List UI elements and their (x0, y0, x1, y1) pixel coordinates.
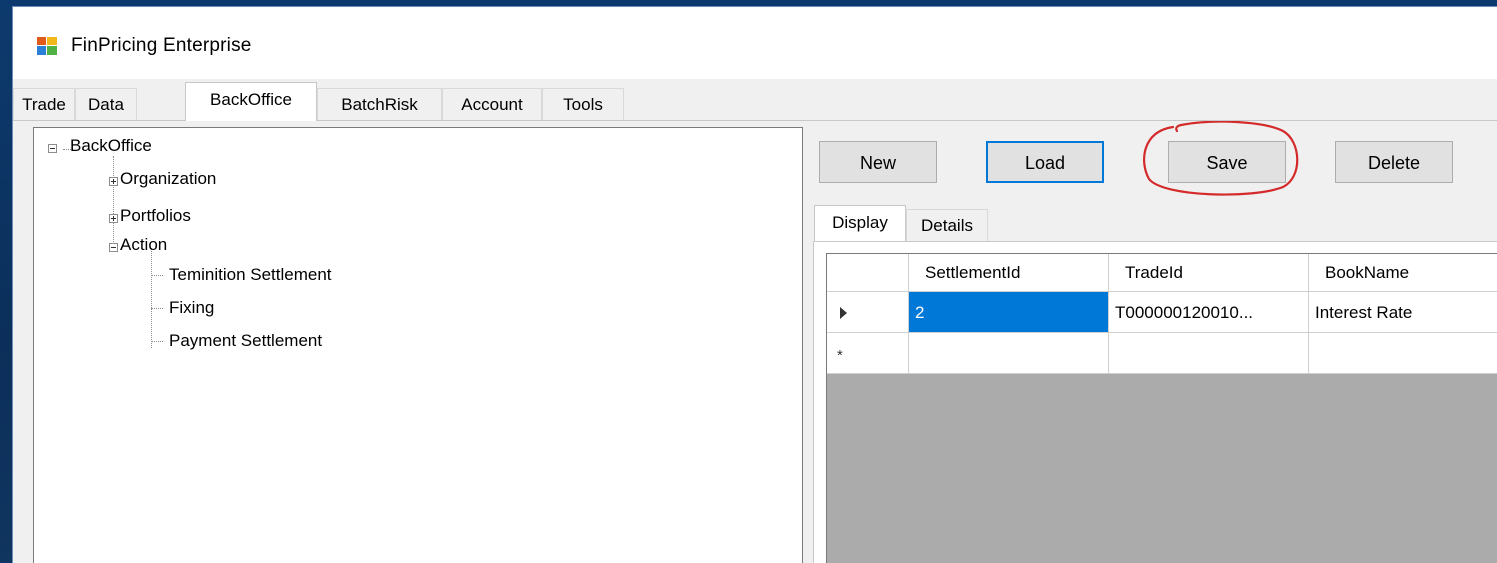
title-bar: FinPricing Enterprise (13, 7, 1497, 79)
expand-icon[interactable] (109, 214, 118, 223)
tree-node-action[interactable]: Action (120, 235, 167, 255)
tab-backoffice[interactable]: BackOffice (185, 82, 317, 121)
tab-batchrisk[interactable]: BatchRisk (317, 88, 442, 120)
grid-cell-new[interactable] (1309, 333, 1497, 374)
grid-corner-header (827, 254, 909, 292)
tab-account[interactable]: Account (442, 88, 542, 120)
tree-node-payment-settlement[interactable]: Payment Settlement (169, 331, 322, 351)
window-title: FinPricing Enterprise (71, 35, 252, 56)
tree-node-organization[interactable]: Organization (120, 169, 216, 189)
tab-display[interactable]: Display (814, 205, 906, 241)
tree-connector (151, 308, 163, 309)
main-tab-strip: Trade Data BackOffice BatchRisk Account … (13, 79, 1497, 121)
collapse-icon[interactable] (109, 243, 118, 252)
grid-cell-new[interactable] (909, 333, 1109, 374)
backoffice-tree[interactable]: BackOffice Organization Portfolios Actio… (33, 127, 803, 563)
tree-node-termination-settlement[interactable]: Teminition Settlement (169, 265, 332, 285)
tab-data[interactable]: Data (75, 88, 137, 120)
collapse-icon[interactable] (48, 144, 57, 153)
tab-details[interactable]: Details (906, 209, 988, 241)
delete-button[interactable]: Delete (1335, 141, 1453, 183)
tab-trade[interactable]: Trade (13, 88, 75, 120)
tree-connector (151, 275, 163, 276)
tree-connector (151, 341, 163, 342)
app-window: FinPricing Enterprise Trade Data BackOff… (12, 6, 1497, 563)
tab-tools[interactable]: Tools (542, 88, 624, 120)
new-row-asterisk-icon: * (837, 347, 843, 364)
load-button[interactable]: Load (986, 141, 1104, 183)
settlement-grid[interactable]: SettlementId TradeId BookName 2 T0000001… (826, 253, 1497, 563)
tree-connector (113, 156, 114, 250)
grid-cell-settlementid[interactable]: 2 (909, 292, 1109, 333)
tree-node-backoffice[interactable]: BackOffice (70, 136, 152, 156)
tree-connector (151, 248, 152, 348)
row-pointer-icon (840, 307, 847, 319)
column-header-settlementid[interactable]: SettlementId (909, 254, 1109, 292)
grid-cell-new[interactable] (1109, 333, 1309, 374)
client-area: BackOffice Organization Portfolios Actio… (13, 120, 1497, 563)
new-button[interactable]: New (819, 141, 937, 183)
expand-icon[interactable] (109, 177, 118, 186)
column-header-tradeid[interactable]: TradeId (1109, 254, 1309, 292)
grid-cell-tradeid[interactable]: T000000120010... (1109, 292, 1309, 333)
column-header-bookname[interactable]: BookName (1309, 254, 1497, 292)
save-button[interactable]: Save (1168, 141, 1286, 183)
row-header[interactable]: * (827, 333, 909, 374)
tree-node-fixing[interactable]: Fixing (169, 298, 214, 318)
grid-cell-bookname[interactable]: Interest Rate (1309, 292, 1497, 333)
app-window-icon (37, 37, 57, 55)
row-header[interactable] (827, 292, 909, 333)
tree-node-portfolios[interactable]: Portfolios (120, 206, 191, 226)
